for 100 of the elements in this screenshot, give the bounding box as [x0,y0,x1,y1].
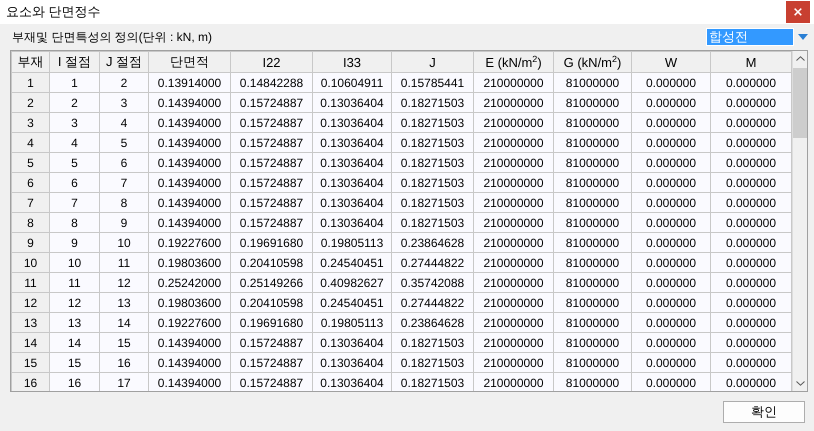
table-cell: 0.15724887 [230,192,312,212]
table-cell: 14 [100,312,148,332]
table-cell: 0.000000 [632,212,710,232]
table-cell: 0.18271503 [392,92,474,112]
column-header: I 절점 [50,52,100,72]
table-cell: 210000000 [474,252,554,272]
table-cell: 0.14394000 [148,192,230,212]
table-cell: 0.15724887 [230,172,312,192]
table-cell: 0.19227600 [148,232,230,252]
row-header: 10 [12,252,50,272]
table-cell: 0.35742088 [392,272,474,292]
table-cell: 0.23864628 [392,312,474,332]
table-cell: 0.13036404 [312,112,392,132]
table-cell: 210000000 [474,192,554,212]
table-cell: 0.19803600 [148,292,230,312]
table-cell: 0.19691680 [230,312,312,332]
table-cell: 0.20410598 [230,292,312,312]
table-cell: 0.18271503 [392,152,474,172]
table-cell: 0.000000 [710,92,792,112]
table-cell: 13 [100,292,148,312]
table-cell: 0.19803600 [148,252,230,272]
table-cell: 0.13036404 [312,192,392,212]
row-header: 16 [12,372,50,391]
table-cell: 0.14394000 [148,212,230,232]
table-cell: 81000000 [554,332,632,352]
table-cell: 0.000000 [710,352,792,372]
table-cell: 0.13036404 [312,352,392,372]
table-cell: 0.24540451 [312,252,392,272]
table-cell: 0.14394000 [148,352,230,372]
table-cell: 7 [50,192,100,212]
table-cell: 210000000 [474,372,554,391]
row-header: 7 [12,192,50,212]
table-cell: 0.15724887 [230,92,312,112]
table-cell: 210000000 [474,212,554,232]
close-button[interactable]: × [786,1,810,23]
table-cell: 81000000 [554,152,632,172]
table-cell: 0.19805113 [312,232,392,252]
table-cell: 0.13036404 [312,332,392,352]
table-cell: 0.25149266 [230,272,312,292]
table-cell: 0.15785441 [392,72,474,92]
scroll-up-icon[interactable] [796,56,804,61]
table-cell: 81000000 [554,272,632,292]
table-cell: 12 [100,272,148,292]
scrollbar-thumb[interactable] [793,68,807,138]
confirm-button[interactable]: 확인 [723,401,805,423]
table-cell: 0.000000 [632,232,710,252]
row-header: 8 [12,212,50,232]
table-cell: 10 [50,252,100,272]
table-cell: 0.000000 [710,372,792,391]
table-cell: 0.13036404 [312,372,392,391]
table-cell: 81000000 [554,192,632,212]
row-header: 14 [12,332,50,352]
table-cell: 0.18271503 [392,212,474,232]
table-cell: 210000000 [474,72,554,92]
table-cell: 0.20410598 [230,252,312,272]
table-cell: 210000000 [474,332,554,352]
table-cell: 0.000000 [632,72,710,92]
table-cell: 0.13036404 [312,132,392,152]
table-cell: 0.000000 [632,192,710,212]
row-header: 6 [12,172,50,192]
table-cell: 0.000000 [632,332,710,352]
table-cell: 14 [50,332,100,352]
table-cell: 15 [100,332,148,352]
table-cell: 210000000 [474,92,554,112]
scrollbar[interactable] [792,51,807,391]
table-cell: 0.15724887 [230,372,312,391]
table-cell: 16 [50,372,100,391]
table-cell: 81000000 [554,312,632,332]
table-cell: 0.000000 [710,152,792,172]
column-header: E (kN/m$^{2}$) [474,52,554,72]
dropdown-arrow-icon[interactable] [798,34,808,40]
table-cell: 0.13036404 [312,212,392,232]
table-cell: 0.14394000 [148,132,230,152]
table-cell: 0.14394000 [148,172,230,192]
table-cell: 0.000000 [710,72,792,92]
column-header: G (kN/m$^{2}$) [554,52,632,72]
table-cell: 0.15724887 [230,152,312,172]
table-cell: 0.000000 [632,172,710,192]
table-cell: 16 [100,352,148,372]
table-cell: 8 [50,212,100,232]
table-cell: 11 [100,252,148,272]
column-header: I22 [230,52,312,72]
table-cell: 11 [50,272,100,292]
table-cell: 4 [50,132,100,152]
table-cell: 9 [50,232,100,252]
window-title: 요소와 단면정수 [6,3,101,21]
table-cell: 0.18271503 [392,352,474,372]
table-cell: 12 [50,292,100,312]
table-cell: 0.18271503 [392,192,474,212]
column-header: J [392,52,474,72]
table-cell: 4 [100,112,148,132]
scroll-down-icon[interactable] [796,381,804,386]
table-cell: 0.23864628 [392,232,474,252]
table-cell: 3 [50,112,100,132]
unit-dropdown[interactable]: 합성전 [706,28,794,46]
table-cell: 0.000000 [710,252,792,272]
table-cell: 0.18271503 [392,332,474,352]
table-cell: 0.15724887 [230,212,312,232]
table-cell: 0.14394000 [148,332,230,352]
table-cell: 0.24540451 [312,292,392,312]
